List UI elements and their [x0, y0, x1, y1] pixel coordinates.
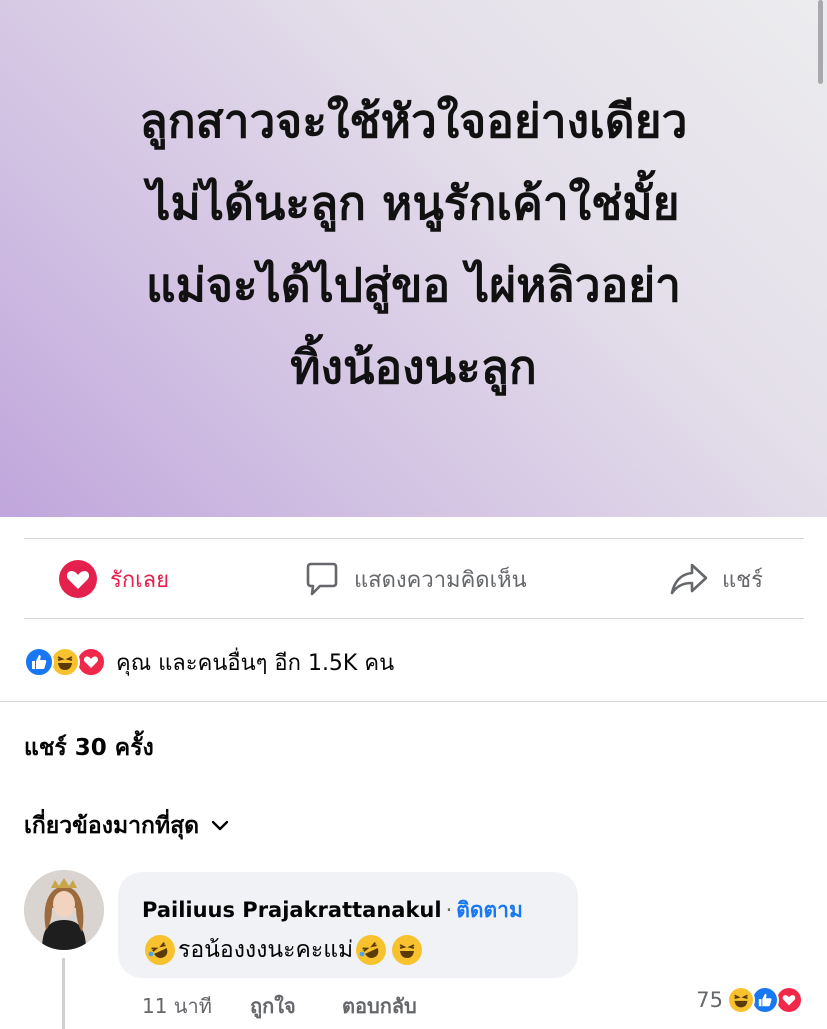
rofl-emoji-icon	[145, 935, 175, 965]
divider	[0, 701, 827, 702]
scrollbar[interactable]	[818, 0, 823, 84]
share-button[interactable]: แชร์	[668, 558, 763, 600]
reactions-summary-text: คุณ และคนอื่นๆ อีก 1.5K คน	[116, 650, 395, 676]
post-background: ลูกสาวจะใช้หัวใจอย่างเดียว ไม่ได้นะลูก ห…	[0, 0, 827, 517]
love-label: รักเลย	[110, 567, 170, 593]
share-label: แชร์	[722, 567, 763, 593]
like-icon	[751, 986, 779, 1014]
post-text-line: ทิ้งน้องนะลูก	[290, 339, 537, 394]
comment-time: 11 นาที	[142, 994, 212, 1018]
comment-bubble: Pailiuus Prajakrattanakul · ติดตาม รอน้องง…	[118, 872, 578, 978]
divider	[24, 618, 804, 619]
chevron-down-icon	[211, 820, 229, 831]
like-icon	[24, 647, 54, 677]
avatar[interactable]	[24, 870, 104, 950]
love-button[interactable]: รักเลย	[58, 558, 169, 600]
comment-reactions[interactable]: 75	[696, 986, 803, 1014]
comment-reply-button[interactable]: ตอบกลับ	[342, 990, 417, 1022]
comment-author-row: Pailiuus Prajakrattanakul · ติดตาม	[142, 894, 523, 927]
post-text-line: ลูกสาวจะใช้หัวใจอย่างเดียว	[139, 93, 688, 148]
haha-icon	[50, 647, 80, 677]
reactions-summary[interactable]: คุณ และคนอื่นๆ อีก 1.5K คน	[24, 646, 394, 678]
comment-reaction-count: 75	[696, 988, 723, 1012]
comment-icon	[306, 562, 338, 596]
separator-dot: ·	[445, 898, 453, 922]
haha-icon	[727, 986, 755, 1014]
comment-label: แสดงความคิดเห็น	[354, 567, 527, 593]
thread-line	[62, 958, 65, 1029]
love-icon	[775, 986, 803, 1014]
comment-author[interactable]: Pailiuus Prajakrattanakul	[142, 898, 442, 922]
comment-sort-dropdown[interactable]: เกี่ยวข้องมากที่สุด	[24, 808, 229, 844]
comment-button[interactable]: แสดงความคิดเห็น	[302, 558, 527, 600]
comment-text: รอน้องงงนะคะแม่	[178, 937, 354, 963]
post-text: ลูกสาวจะใช้หัวใจอย่างเดียว ไม่ได้นะลูก ห…	[44, 80, 784, 408]
share-arrow-icon	[670, 563, 708, 595]
comment-like-button[interactable]: ถูกใจ	[250, 990, 296, 1022]
heart-icon	[59, 560, 97, 598]
follow-button[interactable]: ติดตาม	[456, 898, 523, 922]
shares-count[interactable]: แชร์ 30 ครั้ง	[24, 730, 154, 766]
sort-label: เกี่ยวข้องมากที่สุด	[24, 813, 200, 839]
laughing-emoji-icon	[392, 935, 423, 965]
post-text-line: แม่จะได้ไปสู่ขอ ไผ่หลิวอย่า	[146, 257, 681, 312]
love-icon	[76, 647, 106, 677]
rofl-emoji-icon	[356, 935, 387, 965]
post-text-line: ไม่ได้นะลูก หนูรักเค้าใช่มั้ย	[147, 175, 680, 230]
comment-text-row: รอน้องงงนะคะแม่	[142, 932, 425, 968]
divider	[24, 538, 804, 539]
